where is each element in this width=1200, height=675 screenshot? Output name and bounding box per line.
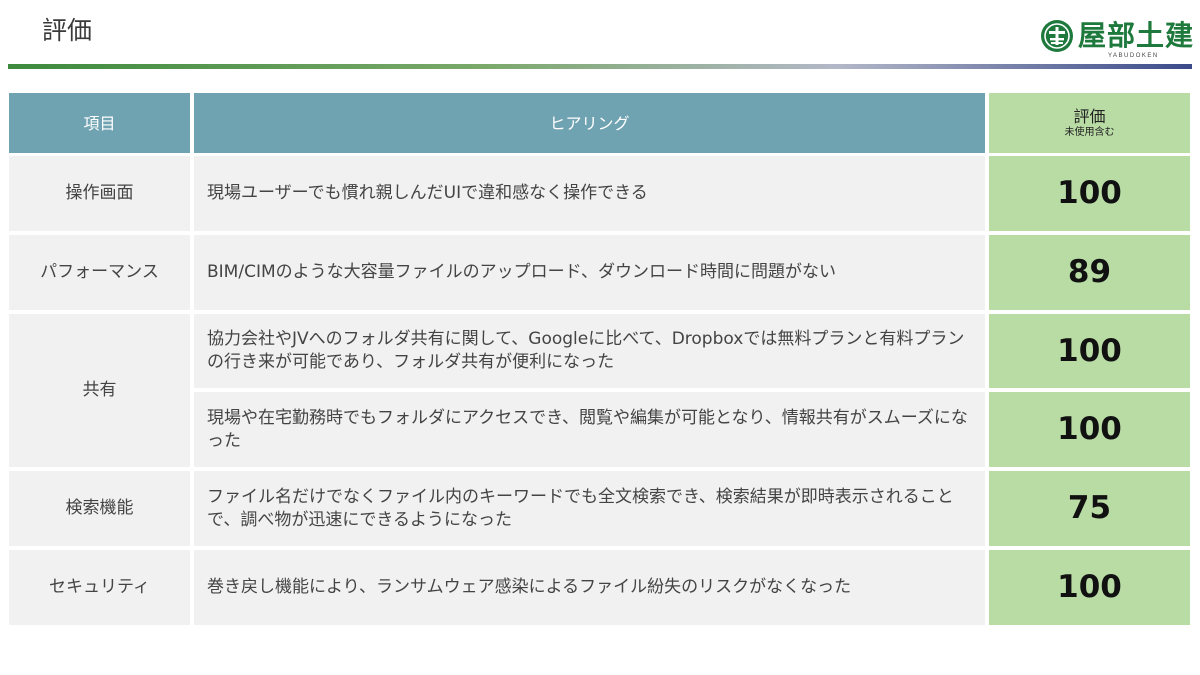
header-item: 項目	[9, 93, 190, 153]
row-hearing: 協力会社やJVへのフォルダ共有に関して、Googleに比べて、Dropboxでは…	[194, 314, 985, 388]
header-divider	[8, 64, 1192, 69]
row-score: 100	[989, 156, 1190, 231]
row-item: 共有	[9, 314, 190, 467]
row-hearing: ファイル名だけでなくファイル内のキーワードでも全文検索でき、検索結果が即時表示さ…	[194, 471, 985, 546]
header-hearing: ヒアリング	[194, 93, 985, 153]
header-score-label: 評価	[1073, 107, 1106, 126]
company-emblem-icon	[1041, 20, 1073, 52]
row-hearing: 現場ユーザーでも慣れ親しんだUIで違和感なく操作できる	[194, 156, 985, 231]
row-item: 検索機能	[9, 471, 190, 546]
company-logo: 屋部土建 YABUDOKEN	[1038, 17, 1193, 61]
row-score: 89	[989, 235, 1190, 310]
row-item: セキュリティ	[9, 550, 190, 625]
company-name-romaji: YABUDOKEN	[1108, 53, 1159, 59]
row-item: 操作画面	[9, 156, 190, 231]
header-score: 評価 未使用含む	[989, 93, 1190, 153]
row-score: 100	[989, 392, 1190, 467]
header-score-note: 未使用含む	[1064, 127, 1115, 138]
row-item: パフォーマンス	[9, 235, 190, 310]
row-score: 100	[989, 550, 1190, 625]
row-hearing: BIM/CIMのような大容量ファイルのアップロード、ダウンロード時間に問題がない	[194, 235, 985, 310]
row-hearing: 巻き戻し機能により、ランサムウェア感染によるファイル紛失のリスクがなくなった	[194, 550, 985, 625]
row-score: 100	[989, 314, 1190, 388]
company-name: 屋部土建	[1078, 19, 1195, 52]
page-title: 評価	[42, 16, 93, 45]
row-score: 75	[989, 471, 1190, 546]
row-hearing: 現場や在宅勤務時でもフォルダにアクセスでき、閲覧や編集が可能となり、情報共有がス…	[194, 392, 985, 467]
